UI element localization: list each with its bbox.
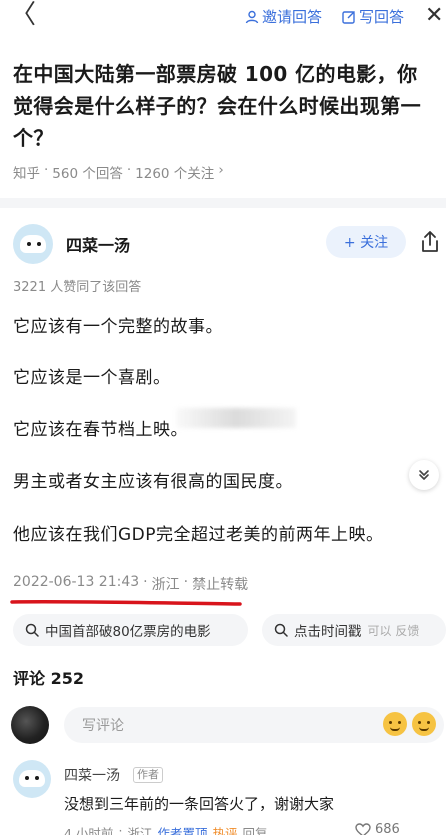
related-search-hint: 可以 反馈 (367, 623, 420, 638)
top-bar: 〈 邀请回答 写回答 ✕ (0, 0, 446, 32)
author-badge: 作者 (133, 767, 163, 783)
write-answer-button[interactable]: 写回答 (342, 6, 404, 27)
emoji-icon[interactable] (383, 712, 407, 736)
meta-separator: · (143, 574, 148, 590)
avatar-face (20, 235, 46, 253)
follower-count: 1260 个关注 (135, 166, 215, 182)
chevron-right-icon: › (218, 162, 224, 178)
hot-badge: 热评 (212, 826, 238, 835)
comment-like-button[interactable]: 686 (355, 822, 400, 835)
answer-location: 浙江 (151, 577, 180, 593)
answer-rights: 禁止转载 (192, 577, 249, 593)
answer-paragraph: 他应该在我们GDP完全超过老美的前两年上映。 (13, 525, 384, 545)
pinned-badge: 作者置顶 (157, 826, 208, 835)
answer-meta: 2022-06-13 21:43 · 浙江 · 禁止转载 (13, 574, 248, 594)
avatar-eye (37, 242, 41, 246)
comment-text: 没想到三年前的一条回答火了，谢谢大家 (64, 795, 335, 813)
comments-header: 评论 252 (13, 669, 84, 688)
question-title[interactable]: 在中国大陆第一部票房破 100 亿的电影，你觉得会是什么样子的？会在什么时候出现… (13, 58, 433, 154)
follow-button[interactable]: + 关注 (326, 226, 406, 258)
meta-separator: · (118, 823, 123, 835)
person-icon (245, 10, 259, 23)
edit-icon (342, 10, 355, 24)
answer-paragraph: 它应该是一个喜剧。 (13, 368, 171, 388)
related-search-label: 点击时间戳 (294, 624, 362, 640)
answer-author-name[interactable]: 四菜一汤 (66, 232, 130, 256)
double-chevron-down-icon (419, 470, 429, 480)
avatar-eye (27, 242, 31, 246)
close-icon[interactable]: ✕ (425, 3, 443, 28)
comment-location: 浙江 (127, 826, 153, 835)
answer-author-row: 四菜一汤 + 关注 (0, 218, 446, 268)
avatar-eye (35, 776, 39, 780)
share-icon[interactable] (420, 230, 440, 254)
invite-answer-label: 邀请回答 (262, 8, 323, 26)
invite-answer-button[interactable]: 邀请回答 (245, 6, 322, 27)
answer-likes: 3221 人赞同了该回答 (13, 280, 142, 295)
comment-avatar[interactable] (13, 760, 51, 798)
annotation-underline (10, 599, 242, 606)
search-icon (25, 623, 39, 637)
answer-paragraph: 它应该在春节档上映。 (13, 420, 188, 440)
my-avatar (11, 706, 49, 744)
meta-separator: · (44, 162, 49, 178)
comment-meta: 4 小时前 · 浙江 作者置顶 热评 回复 (64, 823, 267, 835)
collapse-chevron-icon[interactable] (409, 460, 439, 490)
avatar-face (19, 770, 45, 787)
meta-separator: · (126, 162, 132, 178)
related-search-label: 中国首部破80亿票房的电影 (45, 624, 211, 640)
write-answer-label: 写回答 (359, 8, 405, 26)
emoji-icon[interactable] (412, 712, 436, 736)
related-search-pill[interactable]: 中国首部破80亿票房的电影 (13, 614, 248, 646)
search-icon (274, 623, 288, 637)
meta-separator: · (183, 574, 189, 590)
question-source: 知乎 (13, 166, 40, 182)
answer-date: 2022-06-13 21:43 (13, 574, 140, 590)
avatar[interactable] (13, 224, 53, 264)
avatar-eye (25, 776, 29, 780)
comment-author-name[interactable]: 四菜一汤 (64, 765, 120, 785)
answer-paragraph: 它应该有一个完整的故事。 (13, 317, 223, 337)
blurred-overlay (176, 408, 296, 428)
section-divider (0, 198, 446, 208)
reply-button[interactable]: 回复 (242, 823, 267, 835)
answer-paragraph: 男主或者女主应该有很高的国民度。 (13, 472, 293, 492)
related-search-pill[interactable]: 点击时间戳 可以 反馈 (262, 614, 446, 646)
question-meta[interactable]: 知乎 · 560 个回答 · 1260 个关注 › (13, 162, 224, 182)
comment-like-count: 686 (375, 822, 400, 835)
heart-icon (355, 822, 371, 835)
back-icon[interactable]: 〈 (10, 2, 36, 28)
answer-count: 560 个回答 (52, 166, 123, 182)
comment-time: 4 小时前 (64, 826, 114, 835)
